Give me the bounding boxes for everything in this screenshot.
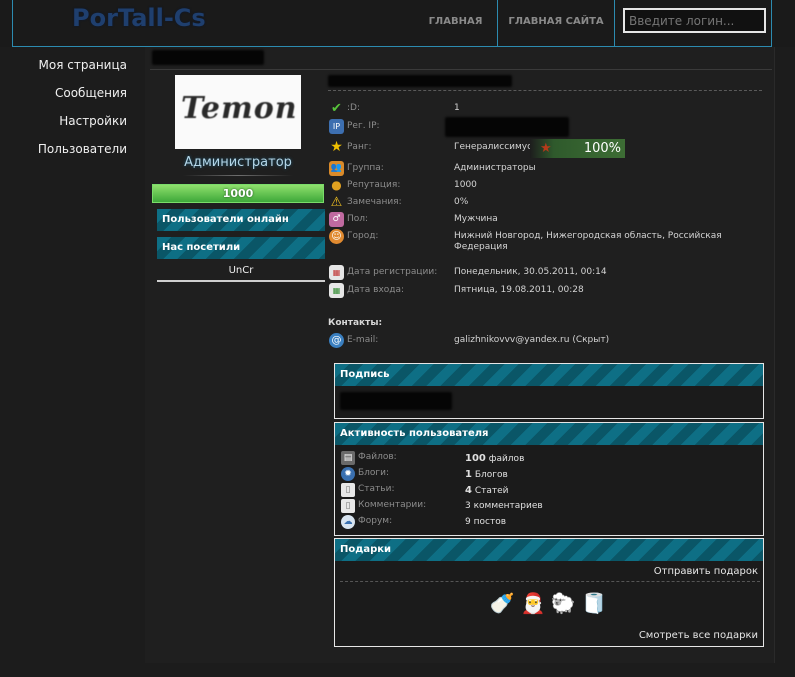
activity-label: Форум: xyxy=(358,516,393,526)
signature-header: Подпись xyxy=(335,364,763,386)
activity-value: 9 постов xyxy=(465,517,506,527)
info-label: Дата входа: xyxy=(347,285,405,295)
activity-header: Активность пользователя xyxy=(335,423,763,445)
info-value: Понедельник, 30.05.2011, 00:14 xyxy=(454,267,607,277)
city-icon: ☺ xyxy=(329,229,344,244)
sheep-icon[interactable]: 🐑 xyxy=(550,589,576,617)
info-label: Замечания: xyxy=(347,197,402,207)
rank-star-icon: ★ xyxy=(540,141,552,156)
group-icon: 👥 xyxy=(329,161,344,176)
gifts-box: Подарки Отправить подарок 🍼 🎅 🐑 🧻 Смотре… xyxy=(334,538,764,647)
activity-count: 100 xyxy=(465,453,486,464)
info-label: E-mail: xyxy=(347,335,379,345)
blogs-icon: ✹ xyxy=(341,467,355,481)
divider xyxy=(183,175,293,176)
redacted-username xyxy=(152,50,264,65)
contacts-title: Контакты: xyxy=(328,318,383,328)
toilet-paper-icon[interactable]: 🧻 xyxy=(581,589,607,617)
info-label: :D: xyxy=(347,103,360,113)
info-value: Федерация xyxy=(454,242,508,252)
info-value: Мужчина xyxy=(454,214,498,224)
activity-count: 4 xyxy=(465,485,472,496)
visitor-link[interactable]: UnCr xyxy=(157,262,325,282)
online-users-header[interactable]: Пользователи онлайн xyxy=(157,209,325,231)
visited-header[interactable]: Нас посетили xyxy=(157,237,325,259)
check-icon: ✔ xyxy=(331,101,342,116)
activity-unit: постов xyxy=(473,517,507,527)
info-value: 0% xyxy=(454,197,469,207)
info-value: Генералиссимус xyxy=(454,142,533,152)
santa-icon[interactable]: 🎅 xyxy=(520,589,546,617)
activity-unit: Статей xyxy=(474,486,509,496)
rank-badge: ★ 100% xyxy=(530,139,625,158)
activity-count: 3 xyxy=(465,501,471,511)
view-all-gifts-link[interactable]: Смотреть все подарки xyxy=(639,630,758,641)
info-label: Ранг: xyxy=(347,142,372,152)
activity-unit: комментариев xyxy=(473,501,543,511)
activity-unit: файлов xyxy=(488,454,525,464)
email-value[interactable]: galizhnikovvv@yandex.ru (Скрыт) xyxy=(454,335,609,345)
activity-value: 3 комментариев xyxy=(465,501,543,511)
activity-count: 1 xyxy=(465,469,472,480)
redacted-fullname xyxy=(328,75,512,87)
rank-percent: 100% xyxy=(583,141,621,156)
sidebar-item-users[interactable]: Пользователи xyxy=(38,142,127,156)
articles-icon: ▯ xyxy=(341,483,355,497)
divider xyxy=(328,90,762,91)
user-role: Администратор xyxy=(184,155,292,170)
info-value: Администраторы xyxy=(454,163,536,173)
medal-icon: ● xyxy=(331,178,342,192)
gifts-header: Подарки xyxy=(335,539,763,561)
avatar-text: Temon xyxy=(181,91,298,126)
info-label: Рег. IP: xyxy=(347,121,380,131)
gender-icon: ♂ xyxy=(329,212,344,227)
activity-value: 1 Блогов xyxy=(465,469,508,480)
sidebar-item-settings[interactable]: Настройки xyxy=(59,114,127,128)
send-gift-link[interactable]: Отправить подарок xyxy=(654,566,758,577)
reputation-bar: 1000 xyxy=(152,184,324,203)
info-label: Группа: xyxy=(347,163,384,173)
warning-icon: ⚠ xyxy=(330,195,343,210)
nav-site-main[interactable]: ГЛАВНАЯ САЙТА xyxy=(497,0,614,46)
divider xyxy=(150,69,772,70)
sidebar-item-messages[interactable]: Сообщения xyxy=(55,86,127,100)
header: PorTall-Cs ГЛАВНАЯ ГЛАВНАЯ САЙТА xyxy=(0,0,795,47)
info-label: Город: xyxy=(347,231,379,241)
redacted-signature xyxy=(340,392,452,410)
calendar-login-icon: ▦ xyxy=(329,283,344,298)
star-icon: ★ xyxy=(330,139,343,155)
info-label: Пол: xyxy=(347,214,369,224)
avatar: Temon xyxy=(175,75,301,149)
nav-main[interactable]: ГЛАВНАЯ xyxy=(413,0,498,46)
activity-label: Блоги: xyxy=(358,468,390,478)
forum-icon: ☁ xyxy=(341,515,355,529)
activity-value: 100 файлов xyxy=(465,453,524,464)
activity-value: 4 Статей xyxy=(465,485,509,496)
files-icon: ▤ xyxy=(341,451,355,465)
activity-label: Статьи: xyxy=(358,484,395,494)
calendar-icon: ▦ xyxy=(329,265,344,280)
info-value: Пятница, 19.08.2011, 00:28 xyxy=(454,285,584,295)
activity-label: Файлов: xyxy=(358,452,397,462)
ip-icon: IP xyxy=(329,119,344,134)
activity-label: Комментарии: xyxy=(358,500,427,510)
comments-icon: ▯ xyxy=(341,499,355,513)
activity-box: Активность пользователя ▤ Файлов: 100 фа… xyxy=(334,422,764,536)
bottle-icon[interactable]: 🍼 xyxy=(489,589,515,617)
site-logo[interactable]: PorTall-Cs xyxy=(72,4,206,32)
divider xyxy=(340,581,760,582)
sidebar-item-my-page[interactable]: Моя страница xyxy=(39,58,127,72)
login-area xyxy=(614,0,772,46)
info-label: Репутация: xyxy=(347,180,401,190)
info-value: Нижний Новгород, Нижегородская область, … xyxy=(454,231,722,241)
activity-unit: Блогов xyxy=(474,470,508,480)
info-value: 1 xyxy=(454,103,460,113)
info-value: 1000 xyxy=(454,180,477,190)
info-label: Дата регистрации: xyxy=(347,267,438,277)
redacted-reg-ip xyxy=(445,117,569,137)
login-input[interactable] xyxy=(623,8,766,33)
email-icon: @ xyxy=(329,333,344,348)
activity-count: 9 xyxy=(465,517,471,527)
signature-box: Подпись xyxy=(334,363,764,419)
